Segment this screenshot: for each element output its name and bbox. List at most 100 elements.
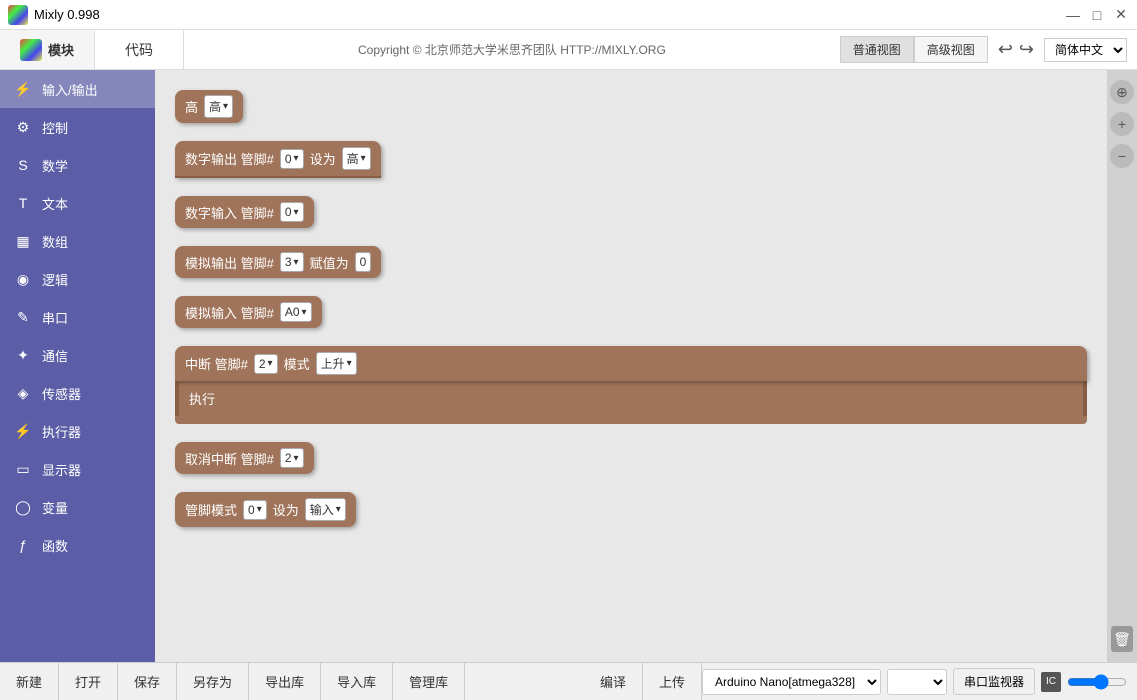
block-digital-output-pin[interactable]: 0 ▾ (280, 149, 304, 169)
upload-button[interactable]: 上传 (643, 663, 702, 700)
normal-view-button[interactable]: 普通视图 (840, 36, 914, 63)
sidebar-label-text: 文本 (42, 194, 68, 213)
block-interrupt-pin[interactable]: 2 ▾ (254, 354, 278, 374)
sidebar-label-math: 数学 (42, 156, 68, 175)
blocks-workspace: 高 高 ▾ 数字输出 管脚# 0 ▾ (155, 70, 1107, 662)
block-analog-input-pin[interactable]: A0 ▾ (280, 302, 312, 322)
block-analog-output-value[interactable]: 0 (355, 252, 372, 272)
serial-monitor-button[interactable]: 串口监视器 (953, 668, 1035, 695)
zoom-in-button[interactable]: + (1110, 112, 1134, 136)
sidebar-item-logic[interactable]: ◉ 逻辑 (0, 260, 155, 298)
io-icon: ⚡ (12, 78, 34, 100)
sidebar-items: ⚡ 输入/输出 ⚙ 控制 S 数学 T 文本 ▦ 数组 ◉ 逻辑 ✎ 串口 ✦ … (0, 70, 155, 564)
serial-icon: ✎ (12, 306, 34, 328)
toolbar-right: Arduino Nano[atmega328] 串口监视器 IC (702, 668, 1137, 695)
actuator-icon: ⚡ (12, 420, 34, 442)
block-analog-output: 模拟输出 管脚# 3 ▾ 赋值为 0 (175, 246, 1087, 278)
sidebar-label-array: 数组 (42, 232, 68, 251)
sidebar-item-text[interactable]: T 文本 (0, 184, 155, 222)
sidebar-label-sensor: 传感器 (42, 384, 81, 403)
code-tab-label: 代码 (125, 40, 153, 60)
sidebar-item-function[interactable]: ƒ 函数 (0, 526, 155, 564)
block-interrupt-mode[interactable]: 上升 ▾ (316, 352, 357, 375)
block-digital-output: 数字输出 管脚# 0 ▾ 设为 高 ▾ (175, 141, 1087, 178)
canvas-area: 高 高 ▾ 数字输出 管脚# 0 ▾ (155, 70, 1137, 662)
sidebar-item-variable[interactable]: ◯ 变量 (0, 488, 155, 526)
display-icon: ▭ (12, 458, 34, 480)
maximize-button[interactable]: □ (1089, 7, 1105, 23)
block-interrupt-exec-label: 执行 (189, 389, 215, 408)
array-icon: ▦ (12, 230, 34, 252)
block-digital-output-label: 数字输出 管脚# (185, 149, 274, 168)
main-area: ⚡ 输入/输出 ⚙ 控制 S 数学 T 文本 ▦ 数组 ◉ 逻辑 ✎ 串口 ✦ … (0, 70, 1137, 662)
sidebar-item-io[interactable]: ⚡ 输入/输出 (0, 70, 155, 108)
control-icon: ⚙ (12, 116, 34, 138)
sidebar-item-display[interactable]: ▭ 显示器 (0, 450, 155, 488)
blocks-logo-icon (20, 39, 42, 61)
window-controls: — □ ✕ (1065, 7, 1129, 23)
block-digital-output-value[interactable]: 高 ▾ (342, 147, 371, 170)
chip-icon: IC (1041, 672, 1061, 692)
block-digital-input: 数字输入 管脚# 0 ▾ (175, 196, 1087, 228)
block-pin-mode-label: 管脚模式 (185, 500, 237, 519)
reset-view-button[interactable]: ⊕ (1110, 80, 1134, 104)
code-tab[interactable]: 代码 (95, 30, 184, 69)
compile-button[interactable]: 编译 (584, 663, 643, 700)
canvas-inner[interactable]: 高 高 ▾ 数字输出 管脚# 0 ▾ (155, 70, 1107, 662)
advanced-view-button[interactable]: 高级视图 (914, 36, 988, 63)
sidebar-item-math[interactable]: S 数学 (0, 146, 155, 184)
sidebar-label-io: 输入/输出 (42, 80, 98, 99)
view-buttons: 普通视图 高级视图 (840, 36, 988, 63)
sidebar-item-array[interactable]: ▦ 数组 (0, 222, 155, 260)
minimize-button[interactable]: — (1065, 7, 1081, 23)
open-button[interactable]: 打开 (59, 663, 118, 700)
manage-lib-button[interactable]: 管理库 (393, 663, 465, 700)
block-analog-input-label: 模拟输入 管脚# (185, 303, 274, 322)
blocks-tab[interactable]: 模块 (0, 30, 95, 69)
save-button[interactable]: 保存 (118, 663, 177, 700)
block-interrupt-mode-label: 模式 (284, 354, 310, 373)
undo-button[interactable]: ↩ (998, 39, 1013, 60)
text-icon: T (12, 192, 34, 214)
block-interrupt-group: 中断 管脚# 2 ▾ 模式 上升 ▾ 执行 (175, 346, 1087, 424)
toolbar: 新建 打开 保存 另存为 导出库 导入库 管理库 编译 上传 Arduino N… (0, 662, 1137, 700)
trash-button[interactable]: 🗑 (1111, 626, 1133, 652)
sidebar-item-actuator[interactable]: ⚡ 执行器 (0, 412, 155, 450)
block-digital-input-pin[interactable]: 0 ▾ (280, 202, 304, 222)
close-button[interactable]: ✕ (1113, 7, 1129, 23)
sidebar-label-display: 显示器 (42, 460, 81, 479)
port-select[interactable] (887, 669, 947, 695)
board-select[interactable]: Arduino Nano[atmega328] (702, 669, 881, 695)
import-lib-button[interactable]: 导入库 (321, 663, 393, 700)
block-pin-mode-mode[interactable]: 输入 ▾ (305, 498, 346, 521)
logic-icon: ◉ (12, 268, 34, 290)
block-analog-output-pin[interactable]: 3 ▾ (280, 252, 304, 272)
canvas-controls: ⊕ + − 🗑 (1107, 70, 1137, 662)
block-digital-input-label: 数字输入 管脚# (185, 203, 274, 222)
export-lib-button[interactable]: 导出库 (249, 663, 321, 700)
block-cancel-interrupt-pin[interactable]: 2 ▾ (280, 448, 304, 468)
block-analog-input: 模拟输入 管脚# A0 ▾ (175, 296, 1087, 328)
block-analog-output-label: 模拟输出 管脚# (185, 253, 274, 272)
sidebar-item-sensor[interactable]: ◈ 传感器 (0, 374, 155, 412)
math-icon: S (12, 154, 34, 176)
block-pin-mode-pin[interactable]: 0 ▾ (243, 500, 267, 520)
block-high-dropdown[interactable]: 高 ▾ (204, 95, 233, 118)
language-select[interactable]: 简体中文 (1044, 38, 1127, 62)
block-interrupt-label: 中断 管脚# (185, 354, 248, 373)
zoom-out-button[interactable]: − (1110, 144, 1134, 168)
sidebar-item-comm[interactable]: ✦ 通信 (0, 336, 155, 374)
new-button[interactable]: 新建 (0, 663, 59, 700)
block-cancel-interrupt-label: 取消中断 管脚# (185, 449, 274, 468)
block-pin-mode: 管脚模式 0 ▾ 设为 输入 ▾ (175, 492, 1087, 527)
speed-slider[interactable] (1067, 674, 1127, 690)
app-title: Mixly 0.998 (34, 7, 100, 22)
sidebar-item-serial[interactable]: ✎ 串口 (0, 298, 155, 336)
sidebar-label-serial: 串口 (42, 308, 68, 327)
sensor-icon: ◈ (12, 382, 34, 404)
function-icon: ƒ (12, 534, 34, 556)
block-digital-output-action: 设为 (310, 149, 336, 168)
sidebar-item-control[interactable]: ⚙ 控制 (0, 108, 155, 146)
save-as-button[interactable]: 另存为 (177, 663, 249, 700)
redo-button[interactable]: ↪ (1019, 39, 1034, 60)
